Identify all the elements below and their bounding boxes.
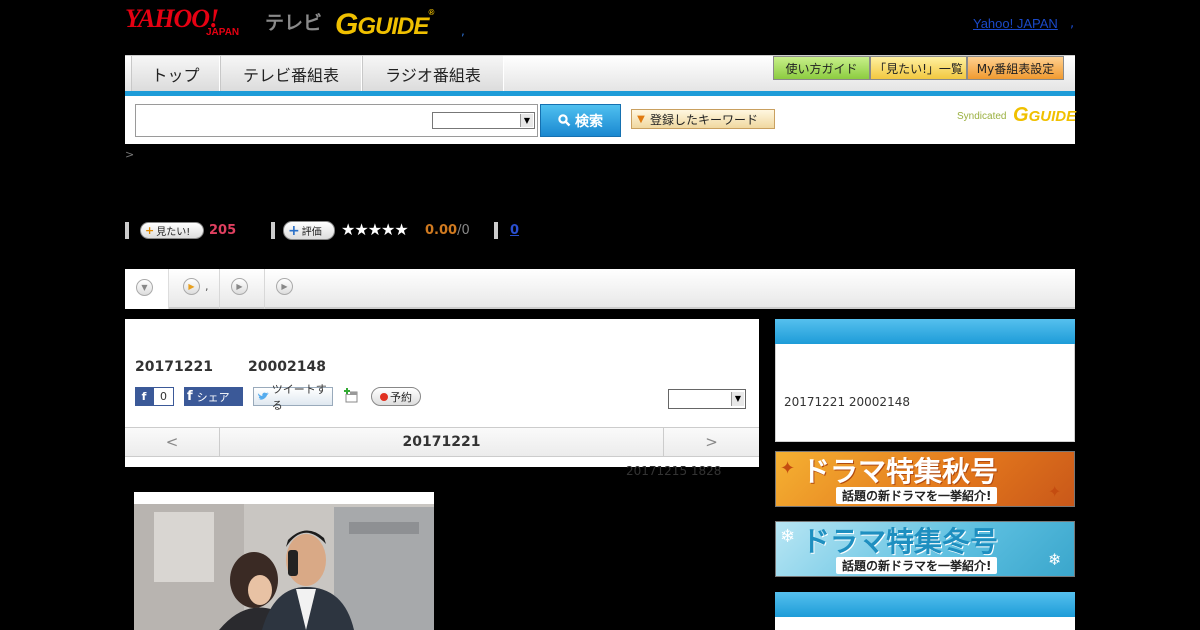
subnav-item-4[interactable]: ▶ [276, 278, 293, 295]
mitai-label: 見たい! [156, 227, 191, 238]
maple-leaf-icon: ✦ [1048, 482, 1062, 501]
facebook-like-button[interactable]: f 0 [135, 387, 174, 406]
record-dot-icon [380, 392, 388, 401]
drama-autumn-banner[interactable]: ドラマ特集秋号 話題の新ドラマを一挙紹介! ✦ ✦ [775, 451, 1075, 507]
mitai-count: 205 [209, 223, 237, 238]
rating-stars: ★★★★★ [341, 220, 409, 239]
snowflake-icon: ❄ [1048, 550, 1062, 569]
syndicated-guide-text: GUIDE [1028, 108, 1077, 125]
drama-winter-title: ドラマ特集冬号 [802, 525, 999, 558]
facebook-share-label: シェア [196, 390, 230, 404]
current-day-label: 20171221 [402, 434, 481, 450]
mitai-list-button[interactable]: 「見たい!」一覧 [870, 56, 967, 80]
program-time: 20002148 [248, 359, 326, 375]
stats-divider [494, 222, 498, 239]
nav-right-buttons: 使い方ガイド 「見たい!」一覧 My番組表設定 [773, 56, 1064, 80]
sidebar-box-header [775, 319, 1075, 344]
header-dot: , [461, 24, 465, 38]
program-date: 20171221 [135, 359, 213, 375]
day-navigation: < 20171221 > [125, 427, 759, 457]
rating-value: 0.00/0 [425, 223, 470, 238]
search-button[interactable]: 検索 [540, 104, 621, 137]
usage-guide-button[interactable]: 使い方ガイド [773, 56, 870, 80]
next-day-button[interactable]: > [663, 428, 759, 456]
tab-tv-schedule[interactable]: テレビ番組表 [220, 56, 362, 91]
chevron-down-icon: ▼ [520, 114, 533, 127]
my-schedule-settings-button[interactable]: My番組表設定 [967, 56, 1064, 80]
drama-winter-banner[interactable]: ドラマ特集冬号 話題の新ドラマを一挙紹介! ❄ ❄ [775, 521, 1075, 577]
yahoo-logo[interactable]: YAHOO! [125, 6, 219, 32]
subnav-item-2[interactable]: ▶ , [183, 278, 209, 295]
search-category-select[interactable]: ▼ [432, 112, 535, 129]
registered-keywords-button[interactable]: ▼ 登録したキーワード [631, 109, 775, 129]
gguide-logo-g: G [335, 8, 358, 41]
program-action-select[interactable]: ▼ [668, 389, 746, 409]
facebook-share-button[interactable]: f シェア [184, 387, 243, 406]
program-subnav [125, 269, 1075, 309]
tv-logo[interactable]: テレビ [265, 8, 322, 35]
sidebar-broadcast-time: 20171221 20002148 [784, 395, 910, 409]
program-photo [134, 492, 434, 630]
breadcrumb[interactable]: > [125, 148, 134, 161]
play-icon: ▶ [276, 278, 293, 295]
gguide-logo-text: GUIDE [357, 13, 429, 40]
sidebar-box-2 [775, 617, 1075, 630]
facebook-like-count: 0 [154, 388, 173, 405]
plus-icon: + [288, 222, 300, 239]
rating-label: 評価 [301, 227, 322, 238]
subnav-item-1[interactable]: ▼ [125, 269, 169, 309]
search-button-label: 検索 [575, 113, 603, 130]
subnav-divider [264, 269, 265, 309]
previous-day-button[interactable]: < [125, 428, 220, 456]
tab-radio-schedule[interactable]: ラジオ番組表 [362, 56, 504, 91]
chevron-down-icon: ▼ [136, 279, 153, 296]
mitai-button[interactable]: + 見たい! [140, 222, 204, 239]
gguide-logo[interactable]: GGUIDE® [335, 8, 434, 42]
last-updated-text: 20171215 1828 [626, 464, 722, 478]
drama-winter-subtitle: 話題の新ドラマを一挙紹介! [836, 557, 998, 574]
yahoo-japan-link[interactable]: Yahoo! JAPAN [973, 16, 1058, 31]
snowflake-icon: ❄ [780, 526, 796, 547]
twitter-bird-icon [257, 392, 269, 400]
rating-average: 0.00 [425, 223, 458, 238]
facebook-icon: f [141, 390, 147, 403]
calendar-add-icon[interactable] [344, 388, 359, 403]
subnav-divider [219, 269, 220, 309]
registered-keywords-label: 登録したキーワード [650, 112, 759, 127]
header-link-dot: , [1070, 16, 1075, 31]
program-photo-image [134, 492, 434, 630]
play-icon: ▶ [231, 278, 248, 295]
syndicated-g: G [1013, 104, 1029, 126]
syndicated-gguide-logo: GGUIDE [1013, 104, 1076, 127]
subnav-item-3[interactable]: ▶ [231, 278, 248, 295]
rating-button[interactable]: + 評価 [283, 221, 335, 240]
tweet-label: ツイートする [271, 382, 327, 412]
registered-mark: ® [428, 8, 434, 17]
reserve-button[interactable]: 予約 [371, 387, 421, 406]
triangle-down-icon: ▼ [637, 113, 645, 125]
facebook-icon: f [187, 389, 193, 404]
comments-count-link[interactable]: 0 [510, 223, 519, 238]
tab-top[interactable]: トップ [131, 56, 220, 91]
reserve-label: 予約 [390, 390, 412, 404]
chevron-down-icon: ▼ [731, 392, 744, 406]
yahoo-japan-logo-text: JAPAN [206, 27, 240, 38]
stats-divider [125, 222, 129, 239]
stats-divider [271, 222, 275, 239]
sidebar-box-2-header [775, 592, 1075, 617]
tweet-button[interactable]: ツイートする [253, 383, 333, 412]
play-icon: ▶ [183, 278, 200, 295]
maple-leaf-icon: ✦ [780, 458, 796, 479]
drama-autumn-subtitle: 話題の新ドラマを一挙紹介! [836, 487, 998, 504]
rating-count: /0 [457, 223, 470, 238]
search-icon [558, 114, 571, 127]
syndicated-text: Syndicated [957, 111, 1007, 122]
drama-autumn-title: ドラマ特集秋号 [802, 455, 999, 488]
nav-tabs: トップ テレビ番組表 ラジオ番組表 [131, 56, 504, 91]
subnav-item-2-text: , [205, 280, 209, 293]
plus-icon: + [145, 224, 155, 237]
